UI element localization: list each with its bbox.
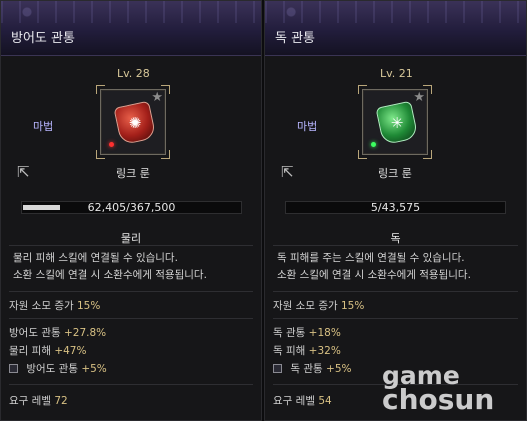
rune-tooltip-left: 방어도 관통 Lv. 28 마법 ✺ ★ ⇱ 링크 룬 62,405/367,5… — [0, 0, 262, 421]
rune-description: 독 피해를 주는 스킬에 연결될 수 있습니다. 소환 스킬에 연결 시 소환수… — [277, 252, 471, 281]
rune-category-label: 링크 룬 — [378, 167, 412, 180]
divider — [9, 318, 253, 319]
share-icon[interactable]: ⇱ — [281, 163, 294, 181]
divider — [9, 245, 253, 246]
required-level: 요구 레벨 72 — [9, 395, 68, 407]
divider — [273, 245, 518, 246]
resource-cost-value: 15% — [76, 300, 101, 312]
required-level-value: 54 — [318, 395, 332, 407]
stat-row: 물리 피해 +47% — [9, 345, 87, 357]
element-label: 독 — [390, 232, 401, 245]
bonus-checkbox-icon — [273, 363, 282, 373]
resource-cost-value: 15% — [340, 300, 365, 312]
rune-level: Lv. 28 — [117, 67, 150, 80]
rune-progress-bar: 5/43,575 — [285, 201, 506, 214]
shield-rune-icon: ✺ — [113, 100, 157, 146]
rune-description: 물리 피해 스킬에 연결될 수 있습니다. 소환 스킬에 연결 시 소환수에게 … — [13, 252, 207, 281]
progress-text: 62,405/367,500 — [87, 201, 176, 214]
rune-title: 방어도 관통 — [11, 31, 75, 46]
bonus-stat-row: 독 관통 +5% — [273, 361, 351, 376]
rune-tooltip-right: 독 관통 Lv. 21 마법 ✳ ★ ⇱ 링크 룬 5/43,575 독 독 피… — [264, 0, 527, 421]
rune-type: 마법 — [297, 120, 318, 133]
required-level-value: 72 — [54, 395, 68, 407]
rune-icon-slot[interactable]: ✳ ★ — [358, 85, 432, 159]
divider — [9, 291, 253, 292]
stat-row: 방어도 관통 +27.8% — [9, 327, 107, 339]
bonus-checkbox-icon — [9, 363, 18, 373]
tooltip-header: 방어도 관통 — [1, 1, 261, 56]
red-socket-dot-icon — [109, 142, 114, 147]
required-level: 요구 레벨 54 — [273, 395, 332, 407]
divider — [9, 384, 253, 385]
resource-cost: 자원 소모 증가 15% — [9, 300, 101, 312]
green-socket-dot-icon — [371, 142, 376, 147]
rune-progress-bar: 62,405/367,500 — [21, 201, 242, 214]
divider — [273, 318, 518, 319]
header-pattern — [1, 1, 261, 23]
dice-rune-icon: ✳ — [375, 100, 419, 146]
rune-category-label: 링크 룬 — [116, 167, 150, 180]
header-pattern — [265, 1, 526, 23]
stat-row: 독 관통 +18% — [273, 327, 341, 339]
tooltip-header: 독 관통 — [265, 1, 526, 56]
rune-icon-slot[interactable]: ✺ ★ — [96, 85, 170, 159]
share-icon[interactable]: ⇱ — [17, 163, 30, 181]
rune-type: 마법 — [33, 120, 54, 133]
star-icon[interactable]: ★ — [151, 90, 163, 105]
site-watermark: game chosun — [382, 361, 495, 416]
progress-text: 5/43,575 — [370, 201, 421, 214]
element-label: 물리 — [120, 232, 142, 245]
resource-cost: 자원 소모 증가 15% — [273, 300, 365, 312]
stat-row: 독 피해 +32% — [273, 345, 341, 357]
star-icon[interactable]: ★ — [413, 90, 425, 105]
divider — [273, 291, 518, 292]
rune-title: 독 관통 — [275, 31, 316, 46]
bonus-stat-row: 방어도 관통 +5% — [9, 361, 107, 376]
rune-level: Lv. 21 — [380, 67, 413, 80]
